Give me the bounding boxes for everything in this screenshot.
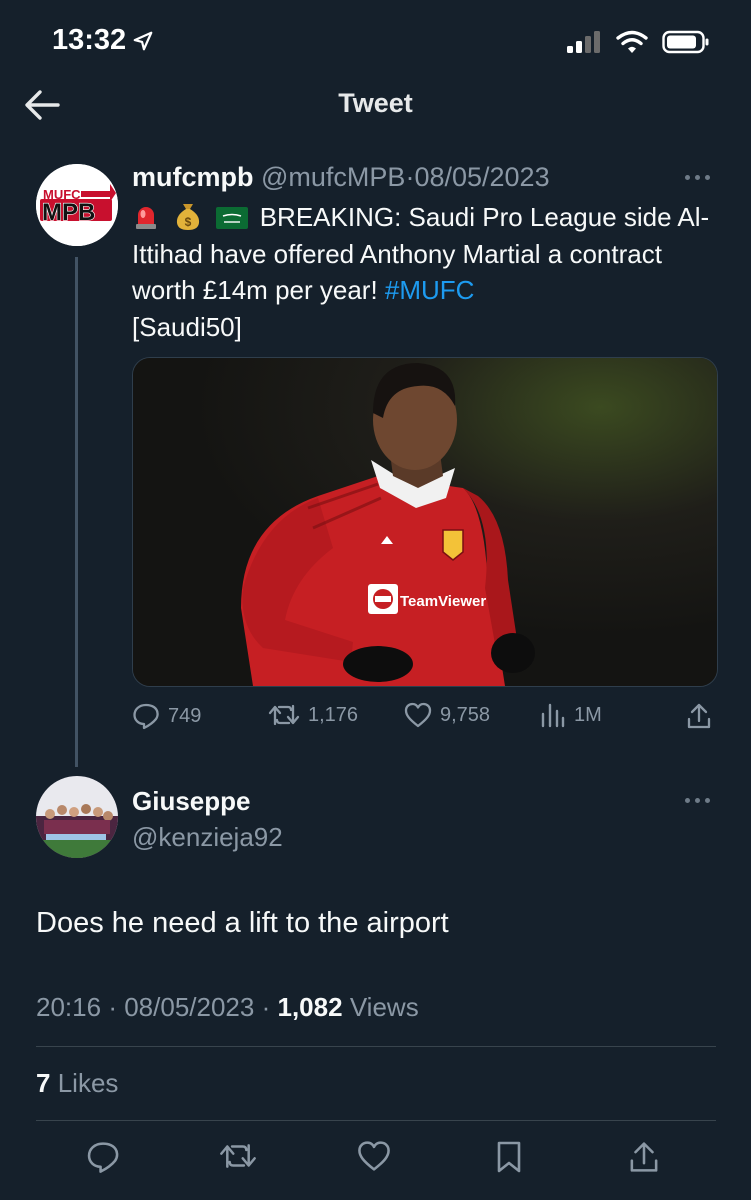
avatar-mufcmpb[interactable]: MUFC MPB (36, 164, 118, 246)
page-title: Tweet (338, 88, 413, 118)
divider (36, 1120, 716, 1121)
reply-more-options-icon[interactable] (685, 795, 715, 805)
author-handle[interactable]: @mufcMPB (261, 162, 405, 192)
tweet-tail-text: [Saudi50] (132, 311, 242, 342)
likes-count: 7 (36, 1068, 51, 1098)
team-photo-avatar-icon (36, 776, 118, 858)
saudi-flag-emoji-icon (216, 207, 249, 229)
reply-author-handle[interactable]: @kenzieja92 (132, 822, 283, 853)
views-label: Views (349, 992, 419, 1022)
avatar-giuseppe[interactable] (36, 776, 118, 858)
battery-icon (662, 30, 709, 54)
reply-meta: 20:16 · 08/05/2023 · 1,082 Views (36, 992, 419, 1023)
sponsor-text: TeamViewer (400, 593, 486, 610)
tweet-text: $ BREAKING: Saudi Pro League side Al-Itt… (132, 199, 722, 345)
retweet-icon (268, 704, 300, 726)
reply-button[interactable]: 749 (132, 702, 201, 730)
retweet-button[interactable]: 1,176 (268, 702, 358, 728)
more-options-icon[interactable] (685, 172, 715, 182)
bookmark-icon (497, 1141, 521, 1173)
views-count-bold: 1,082 (277, 992, 343, 1022)
retweet-icon (220, 1144, 256, 1168)
bottom-share-button[interactable] (628, 1140, 660, 1179)
share-icon (687, 703, 711, 729)
views-icon (541, 703, 565, 728)
bottom-reply-button[interactable] (86, 1140, 120, 1179)
reply-count: 749 (168, 704, 202, 727)
reply-icon (133, 703, 159, 730)
reply-text: Does he need a lift to the airport (36, 907, 449, 939)
mpb-logo-icon: MUFC MPB (36, 164, 118, 246)
like-button[interactable]: 9,758 (404, 702, 490, 728)
likes-label: Likes (57, 1068, 119, 1098)
status-indicators (566, 30, 710, 54)
reply-icon (87, 1142, 119, 1173)
likes-summary[interactable]: 7 Likes (36, 1068, 118, 1099)
tweet-date[interactable]: 08/05/2023 (414, 162, 549, 192)
heart-icon (404, 702, 432, 728)
siren-emoji-icon (136, 207, 156, 229)
player-photo-image: TeamViewer (133, 358, 717, 686)
separator-dot: · (108, 992, 117, 1022)
money-bag-emoji-icon: $ (177, 204, 200, 230)
divider (36, 1046, 716, 1047)
signal-icon (567, 31, 600, 53)
clock-text: 13:32 (52, 24, 127, 56)
like-count: 9,758 (440, 703, 491, 726)
bottom-retweet-button[interactable] (219, 1140, 257, 1177)
tweet-header: mufcmpb @mufcMPB·08/05/2023 (132, 162, 550, 193)
hashtag-link[interactable]: #MUFC (385, 275, 475, 305)
views-button[interactable]: 1M (540, 702, 602, 728)
reply-date: 08/05/2023 (124, 992, 255, 1022)
views-count: 1M (574, 703, 602, 726)
reply-time: 20:16 (36, 992, 102, 1022)
share-button[interactable] (686, 702, 712, 730)
bookmark-button[interactable] (495, 1140, 523, 1179)
svg-text:$: $ (185, 215, 192, 229)
reply-author-name[interactable]: Giuseppe (132, 786, 250, 817)
separator-dot: · (261, 992, 271, 1022)
thread-line (75, 257, 78, 767)
bottom-like-button[interactable] (357, 1140, 391, 1177)
wifi-icon (616, 30, 648, 53)
author-name[interactable]: mufcmpb (132, 162, 254, 192)
location-arrow-icon (133, 31, 153, 50)
status-time: 13:32 (52, 24, 154, 57)
svg-text:MPB: MPB (42, 199, 95, 226)
heart-icon (358, 1141, 390, 1171)
tweet-image[interactable]: TeamViewer (132, 357, 718, 687)
retweet-count: 1,176 (308, 703, 359, 726)
share-icon (630, 1142, 658, 1172)
